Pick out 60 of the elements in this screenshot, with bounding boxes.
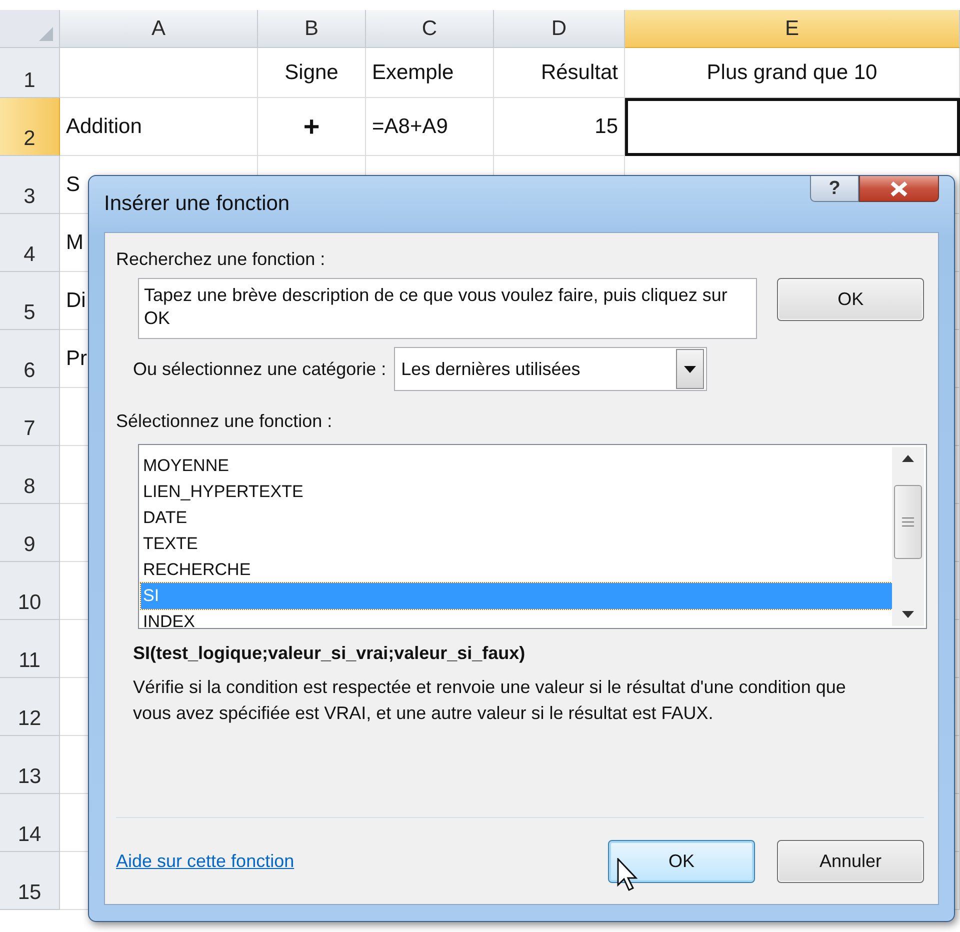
cell-text: Exemple xyxy=(372,60,454,84)
ok-button[interactable]: OK xyxy=(608,840,755,882)
close-button[interactable] xyxy=(859,176,939,202)
column-header[interactable]: E xyxy=(625,10,960,48)
cell-text: Résultat xyxy=(540,60,618,84)
function-signature: SI(test_logique;valeur_si_vrai;valeur_si_faux) xyxy=(133,643,526,664)
column-header[interactable]: B xyxy=(258,10,366,48)
row-header[interactable]: 6 xyxy=(0,330,60,388)
row-header[interactable]: 14 xyxy=(0,794,60,852)
row-header[interactable]: 1 xyxy=(0,48,60,98)
row-header[interactable]: 12 xyxy=(0,678,60,736)
cell-text: Plus grand que 10 xyxy=(706,60,878,84)
cell-text: 15 xyxy=(594,114,618,138)
cell-text: S xyxy=(66,172,80,196)
row-header[interactable]: 10 xyxy=(0,562,60,620)
row-header[interactable]: 7 xyxy=(0,388,60,446)
row-header[interactable]: 4 xyxy=(0,214,60,272)
help-button[interactable]: ? xyxy=(810,176,859,202)
search-label: Recherchez une fonction : xyxy=(116,249,326,270)
search-field[interactable]: Tapez une brève description de ce que vous voulez faire, puis cliquez sur OK xyxy=(138,278,758,339)
function-item[interactable]: LIEN_HYPERTEXTE xyxy=(141,479,892,505)
cancel-button[interactable]: Annuler xyxy=(777,840,924,882)
function-item[interactable]: TEXTE xyxy=(141,531,892,557)
search-ok-button[interactable]: OK xyxy=(777,278,924,321)
category-select[interactable]: Les dernières utilisées xyxy=(394,347,708,391)
grip-icon xyxy=(902,517,914,527)
cell-text: M xyxy=(66,230,84,254)
cell-text: + xyxy=(303,110,320,142)
function-description: Vérifie si la condition est respectée et renvoie une valeur si le résultat d'une condition que vous avez spécifiée est VRAI, et une autre valeur si le résultat est FAUX. xyxy=(133,676,847,725)
row-header[interactable]: 9 xyxy=(0,504,60,562)
triangle-icon xyxy=(39,27,53,41)
close-icon xyxy=(889,180,909,196)
category-label: Ou sélectionnez une catégorie : xyxy=(133,358,386,380)
row-header[interactable]: 13 xyxy=(0,736,60,794)
cell-text: Addition xyxy=(66,114,142,138)
function-list-label: Sélectionnez une fonction : xyxy=(116,411,334,432)
function-item[interactable]: DATE xyxy=(141,505,892,531)
scroll-down-icon[interactable] xyxy=(902,611,914,618)
mouse-pointer-icon xyxy=(617,858,639,892)
scroll-thumb[interactable] xyxy=(894,485,922,559)
function-item[interactable]: MOYENNE xyxy=(141,453,892,479)
row-header[interactable]: 11 xyxy=(0,620,60,678)
column-header[interactable]: A xyxy=(60,10,258,48)
function-item[interactable]: RECHERCHE xyxy=(141,557,892,583)
cell-text: Pr xyxy=(66,346,87,370)
row-header[interactable]: 5 xyxy=(0,272,60,330)
row-header[interactable]: 3 xyxy=(0,156,60,214)
cell-text: =A8+A9 xyxy=(372,114,448,138)
row-header[interactable]: 8 xyxy=(0,446,60,504)
help-link[interactable]: Aide sur cette fonction xyxy=(116,850,294,872)
row-header[interactable]: 2 xyxy=(0,98,60,156)
scroll-up-icon[interactable] xyxy=(902,455,914,462)
window-title: Insérer une fonction xyxy=(104,192,290,216)
column-header[interactable]: C xyxy=(366,10,494,48)
function-item[interactable]: INDEX xyxy=(141,609,892,635)
row-header[interactable]: 15 xyxy=(0,852,60,910)
column-header[interactable]: D xyxy=(494,10,625,48)
cell-text: Di xyxy=(66,288,86,312)
cell-text: Signe xyxy=(284,60,338,84)
scrollbar[interactable] xyxy=(892,447,924,626)
